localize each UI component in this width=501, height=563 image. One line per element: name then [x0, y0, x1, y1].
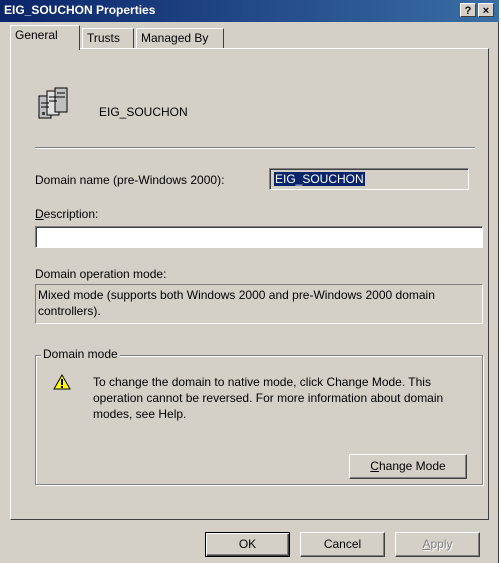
tab-managed-by-label: Managed By	[141, 31, 209, 45]
description-input[interactable]	[35, 226, 483, 248]
cancel-label: Cancel	[323, 537, 362, 551]
apply-accel: A	[422, 537, 431, 551]
operation-mode-label: Domain operation mode:	[35, 267, 167, 281]
operation-mode-text: Mixed mode (supports both Windows 2000 a…	[38, 288, 435, 318]
description-accel: D	[35, 207, 44, 221]
warning-icon	[53, 373, 71, 390]
tab-managed-by[interactable]: Managed By	[136, 28, 224, 48]
operation-mode-box: Mixed mode (supports both Windows 2000 a…	[35, 284, 483, 324]
change-mode-button[interactable]: Change Mode	[349, 454, 467, 479]
prewin2000-value: EIG_SOUCHON	[274, 172, 365, 186]
apply-button[interactable]: Apply	[395, 532, 480, 557]
tab-trusts-label: Trusts	[87, 31, 120, 45]
domain-mode-legend: Domain mode	[41, 347, 120, 361]
change-mode-label: hange Mode	[378, 459, 446, 473]
description-label-text: escription:	[43, 207, 99, 221]
tab-general[interactable]: General	[10, 25, 80, 50]
ok-label: OK	[238, 537, 257, 551]
change-mode-accel: C	[370, 459, 379, 473]
properties-dialog: EIG_SOUCHON Properties ? × General Trust…	[0, 0, 499, 563]
tab-general-label: General	[15, 28, 58, 42]
general-tab-panel: EIG_SOUCHON Domain name (pre-Windows 200…	[10, 48, 489, 520]
apply-label-text: pply	[430, 537, 453, 551]
domain-mode-message: To change the domain to native mode, cli…	[93, 375, 444, 421]
domain-name-heading: EIG_SOUCHON	[99, 105, 188, 119]
help-button[interactable]: ?	[460, 3, 476, 17]
prewin2000-field[interactable]: EIG_SOUCHON	[269, 168, 469, 190]
close-button[interactable]: ×	[478, 3, 494, 17]
apply-label: Apply	[422, 537, 452, 551]
description-label: Description:	[35, 207, 98, 221]
tab-trusts[interactable]: Trusts	[82, 28, 134, 48]
separator	[35, 147, 475, 149]
window-title: EIG_SOUCHON Properties	[4, 3, 156, 17]
domain-servers-icon	[37, 87, 69, 121]
title-bar[interactable]: EIG_SOUCHON Properties ? ×	[0, 0, 499, 22]
cancel-button[interactable]: Cancel	[300, 532, 385, 557]
ok-button[interactable]: OK	[205, 532, 290, 557]
prewin2000-label: Domain name (pre-Windows 2000):	[35, 173, 225, 187]
